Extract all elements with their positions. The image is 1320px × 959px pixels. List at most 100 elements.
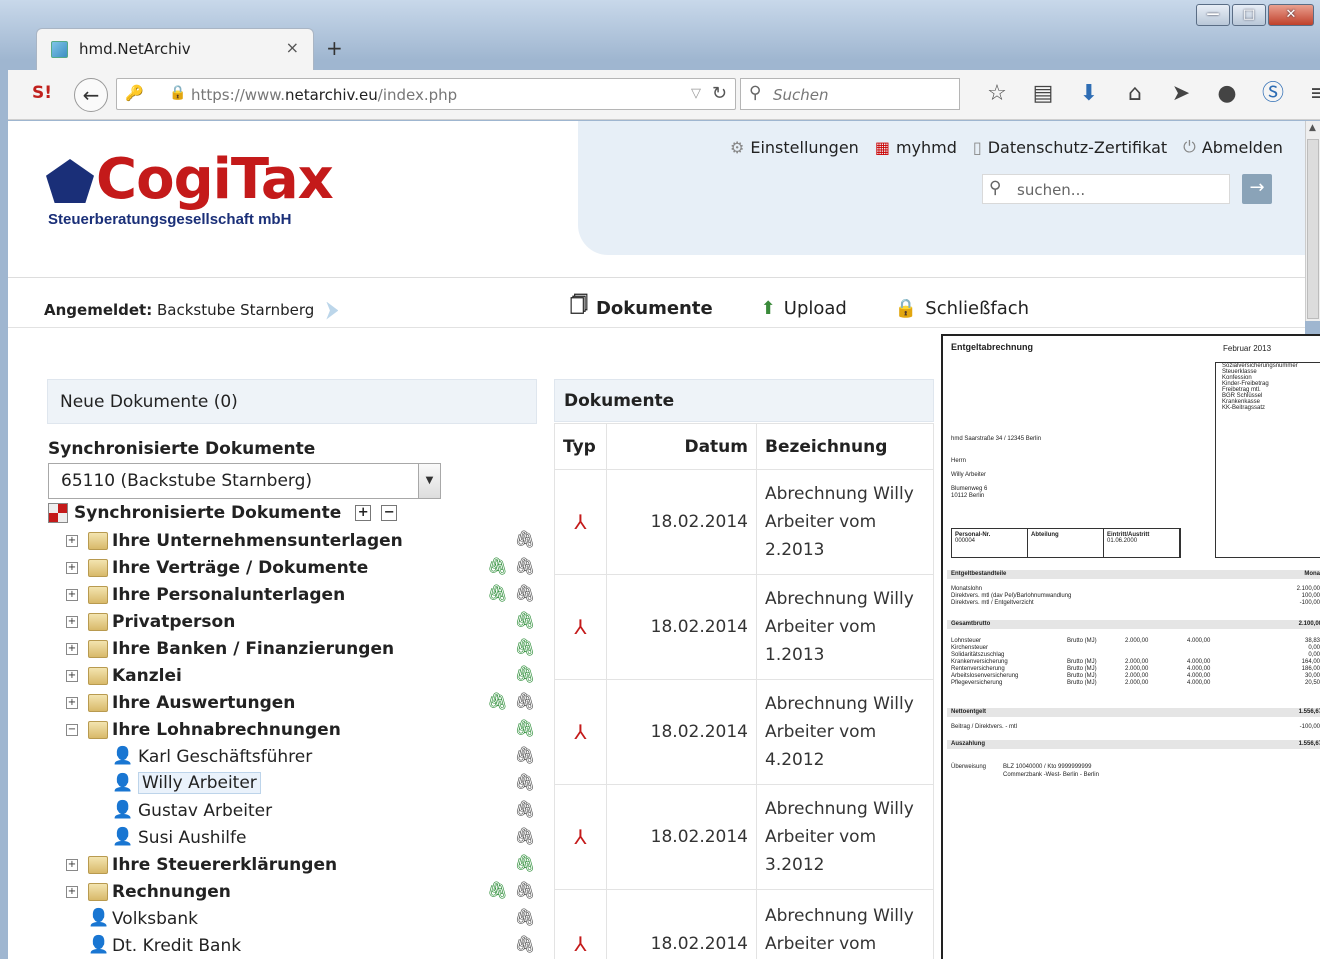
doc-name[interactable]: Abrechnung Willy Arbeiter vom 3.2012 xyxy=(756,784,934,890)
doc-name[interactable]: Abrechnung Willy Arbeiter vom 4.2012 xyxy=(756,679,934,785)
site-search-input[interactable]: ⚲ suchen... xyxy=(982,174,1230,204)
tree-folder[interactable]: − Ihre Lohnabrechnungen 🖇 xyxy=(52,717,542,744)
table-row[interactable]: ⅄ 18.02.2014 Abrechnung Willy Arbeiter vom… xyxy=(554,469,934,575)
table-row[interactable]: ⅄ 18.02.2014 Abrechnung Willy Arbeiter vom… xyxy=(554,784,934,890)
paperclip-icon[interactable]: 🖇 xyxy=(487,557,509,577)
tree-label[interactable]: Willy Arbeiter xyxy=(138,772,261,794)
chat-icon[interactable]: ● xyxy=(1204,80,1250,108)
paperclip-icon[interactable]: 🖇 xyxy=(514,611,536,631)
paperclip-icon[interactable]: 🖇 xyxy=(487,692,509,712)
expand-icon[interactable]: + xyxy=(66,616,78,628)
nav-schliessfach[interactable]: 🔒 Schließfach xyxy=(895,293,1029,323)
pdf-icon[interactable]: ⅄ xyxy=(554,889,607,959)
new-documents-panel[interactable]: Neue Dokumente (0) xyxy=(47,379,537,424)
tree-label[interactable]: Rechnungen xyxy=(112,882,231,902)
nav-dokumente[interactable]: 🗍 Dokumente xyxy=(570,293,713,323)
nav-upload[interactable]: ⬆ Upload xyxy=(761,293,847,323)
tree-label[interactable]: Ihre Unternehmensunterlagen xyxy=(112,531,403,551)
tree-item[interactable]: 👤 Susi Aushilfe 🖇 xyxy=(52,825,542,852)
home-icon[interactable]: ⌂ xyxy=(1112,80,1158,108)
key-icon[interactable]: 🔑 xyxy=(125,84,144,102)
addon-icon[interactable]: S! xyxy=(32,83,52,103)
tree-label[interactable]: Ihre Steuererklärungen xyxy=(112,855,337,875)
tree-folder[interactable]: + Ihre Personalunterlagen 🖇 🖇 xyxy=(52,582,542,609)
tree-label[interactable]: Volksbank xyxy=(112,909,198,929)
doc-name[interactable]: Abrechnung Willy Arbeiter vom 2.2013 xyxy=(756,469,934,575)
tree-folder[interactable]: + Ihre Unternehmensunterlagen 🖇 xyxy=(52,528,542,555)
skype-icon[interactable]: Ⓢ xyxy=(1250,80,1296,108)
url-text[interactable]: https://www.netarchiv.eu/index.php xyxy=(191,86,457,104)
expand-icon[interactable]: + xyxy=(66,562,78,574)
paperclip-icon[interactable]: 🖇 xyxy=(514,584,536,604)
paperclip-icon[interactable]: 🖇 xyxy=(514,908,536,928)
minimize-button[interactable]: — xyxy=(1196,4,1230,26)
logout-link[interactable]: ⏻ Abmelden xyxy=(1183,137,1283,157)
scroll-up-icon[interactable]: ▲ xyxy=(1309,123,1316,133)
url-dropdown-icon[interactable]: ▽ xyxy=(691,86,701,101)
expand-all-button[interactable]: + xyxy=(355,505,372,521)
paperclip-icon[interactable]: 🖇 xyxy=(514,665,536,685)
collapse-icon[interactable]: − xyxy=(66,724,78,736)
myhmd-link[interactable]: ▦ myhmd xyxy=(875,137,957,157)
settings-link[interactable]: ⚙ Einstellungen xyxy=(730,137,859,157)
tree-folder[interactable]: + Ihre Steuererklärungen 🖇 xyxy=(52,852,542,879)
paperclip-icon[interactable]: 🖇 xyxy=(514,800,536,820)
lock-icon[interactable]: 🔒 xyxy=(169,85,186,101)
chevron-right-icon[interactable] xyxy=(326,301,339,320)
paperclip-icon[interactable]: 🖇 xyxy=(514,638,536,658)
tab-close-icon[interactable]: × xyxy=(286,38,299,57)
col-typ[interactable]: Typ xyxy=(554,423,607,470)
dropdown-arrow-icon[interactable]: ▼ xyxy=(418,464,440,498)
close-window-button[interactable]: ✕ xyxy=(1268,4,1314,26)
tree-item[interactable]: 👤 Karl Geschäftsführer 🖇 xyxy=(52,744,542,771)
new-tab-button[interactable]: + xyxy=(326,36,343,60)
tree-label[interactable]: Ihre Personalunterlagen xyxy=(112,585,345,605)
scroll-thumb[interactable] xyxy=(1307,139,1319,319)
col-datum[interactable]: Datum xyxy=(606,423,757,470)
tree-label[interactable]: Ihre Auswertungen xyxy=(112,693,295,713)
tree-label[interactable]: Ihre Verträge / Dokumente xyxy=(112,558,368,578)
download-icon[interactable]: ⬇ xyxy=(1066,80,1112,108)
expand-icon[interactable]: + xyxy=(66,643,78,655)
menu-icon[interactable]: ≡ xyxy=(1296,80,1320,108)
collapse-all-button[interactable]: − xyxy=(381,505,398,521)
tree-folder[interactable]: + Kanzlei 🖇 xyxy=(52,663,542,690)
privacy-certificate-link[interactable]: ▯ Datenschutz-Zertifikat xyxy=(973,137,1167,157)
pdf-icon[interactable]: ⅄ xyxy=(554,679,607,785)
doc-name[interactable]: Abrechnung Willy Arbeiter vom 1.2013 xyxy=(756,574,934,680)
pdf-icon[interactable]: ⅄ xyxy=(554,469,607,575)
tree-folder[interactable]: + Ihre Banken / Finanzierungen 🖇 xyxy=(52,636,542,663)
paperclip-icon[interactable]: 🖇 xyxy=(514,557,536,577)
paperclip-icon[interactable]: 🖇 xyxy=(514,719,536,739)
table-row[interactable]: ⅄ 18.02.2014 Abrechnung Willy Arbeiter vom… xyxy=(554,679,934,785)
paperclip-icon[interactable]: 🖇 xyxy=(487,584,509,604)
doc-name[interactable]: Abrechnung Willy Arbeiter vom xyxy=(756,889,934,959)
pdf-icon[interactable]: ⅄ xyxy=(554,784,607,890)
expand-icon[interactable]: + xyxy=(66,886,78,898)
table-row[interactable]: ⅄ 18.02.2014 Abrechnung Willy Arbeiter vom xyxy=(554,889,934,959)
paperclip-icon[interactable]: 🖇 xyxy=(514,746,536,766)
tree-folder[interactable]: + Rechnungen 🖇 🖇 xyxy=(52,879,542,906)
tree-label[interactable]: Privatperson xyxy=(112,612,235,632)
paperclip-icon[interactable]: 🖇 xyxy=(514,773,536,793)
back-button[interactable]: ← xyxy=(74,78,108,112)
paperclip-icon[interactable]: 🖇 xyxy=(514,935,536,955)
expand-icon[interactable]: + xyxy=(66,859,78,871)
paperclip-icon[interactable]: 🖇 xyxy=(514,854,536,874)
tree-item[interactable]: 👤 Willy Arbeiter 🖇 xyxy=(52,771,542,798)
browser-tab[interactable]: hmd.NetArchiv × xyxy=(36,28,314,70)
share-icon[interactable]: ➤ xyxy=(1158,80,1204,108)
tree-item[interactable]: 👤 Volksbank 🖇 xyxy=(52,906,542,933)
paperclip-icon[interactable]: 🖇 xyxy=(514,827,536,847)
search-submit-button[interactable]: → xyxy=(1242,174,1272,204)
tree-label[interactable]: Karl Geschäftsführer xyxy=(138,747,312,767)
bookmark-star-icon[interactable]: ☆ xyxy=(974,80,1020,108)
paperclip-icon[interactable]: 🖇 xyxy=(514,881,536,901)
tree-label[interactable]: Susi Aushilfe xyxy=(138,828,246,848)
expand-icon[interactable]: + xyxy=(66,589,78,601)
paperclip-icon[interactable]: 🖇 xyxy=(487,881,509,901)
tree-label[interactable]: Ihre Banken / Finanzierungen xyxy=(112,639,394,659)
url-bar[interactable]: 🔑 🔒 https://www.netarchiv.eu/index.php ▽… xyxy=(116,78,736,110)
paperclip-icon[interactable]: 🖇 xyxy=(514,692,536,712)
page-scrollbar[interactable]: ▲ xyxy=(1305,121,1320,321)
